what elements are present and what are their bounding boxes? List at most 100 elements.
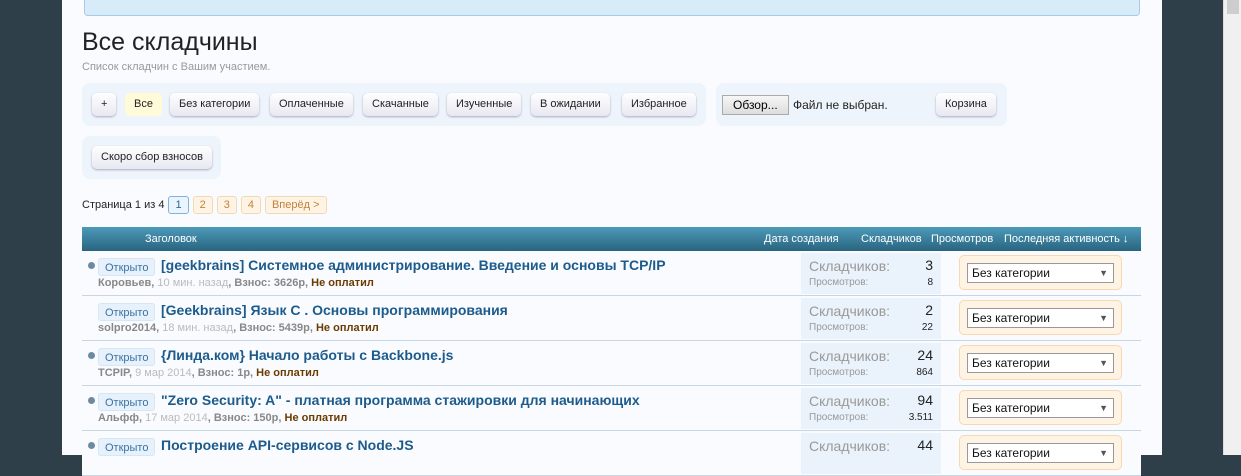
pagination: Страница 1 из 4 1 2 3 4 Вперёд > xyxy=(82,196,327,214)
scrollbar[interactable] xyxy=(1223,0,1241,455)
category-value: Без категории xyxy=(972,311,1050,325)
author-link[interactable]: Альфф xyxy=(98,412,139,424)
thread-stats: Складчиков: 2 Просмотров: 22 xyxy=(801,298,941,339)
thread-title-link[interactable]: [geekbrains] Системное администрирование… xyxy=(161,257,666,273)
col-members[interactable]: Складчиков xyxy=(861,233,922,245)
thread-stats: Складчиков: 3 Просмотров: 8 xyxy=(801,253,941,294)
views-label: Просмотров: xyxy=(809,322,869,333)
unread-dot-icon xyxy=(88,397,95,404)
unread-dot-icon xyxy=(88,262,95,269)
thread-stats: Складчиков: 24 Просмотров: 864 xyxy=(801,343,941,384)
views-label: Просмотров: xyxy=(809,412,869,423)
views-count: 864 xyxy=(916,367,933,378)
author-link[interactable]: solpro2014 xyxy=(98,322,156,334)
filter-favorites[interactable]: Избранное xyxy=(622,93,696,116)
chevron-down-icon: ▼ xyxy=(1099,403,1108,413)
category-select[interactable]: Без категории ▼ xyxy=(967,353,1114,373)
add-button[interactable]: + xyxy=(92,93,117,116)
members-label: Складчиков: xyxy=(809,258,891,274)
category-select[interactable]: Без категории ▼ xyxy=(967,398,1114,418)
page-1[interactable]: 1 xyxy=(168,196,189,214)
members-label: Складчиков: xyxy=(809,438,891,454)
views-count: 8 xyxy=(927,277,933,288)
category-value: Без категории xyxy=(972,266,1050,280)
page-2[interactable]: 2 xyxy=(192,196,213,214)
members-label: Складчиков: xyxy=(809,303,891,319)
col-last-activity[interactable]: Последняя активность ↓ xyxy=(1004,233,1128,245)
col-views[interactable]: Просмотров xyxy=(931,233,993,245)
thread-stats: Складчиков: 44 xyxy=(801,433,941,474)
payment-status: Не оплатил xyxy=(311,277,374,289)
thread-title-link[interactable]: Построение API-сервисов с Node.JS xyxy=(161,437,414,453)
filter-pending[interactable]: В ожидании xyxy=(531,93,610,116)
chevron-down-icon: ▼ xyxy=(1099,268,1108,278)
page-subtitle: Список складчин с Вашим участием. xyxy=(82,61,271,73)
views-label: Просмотров: xyxy=(809,367,869,378)
filter-paid[interactable]: Оплаченные xyxy=(270,93,353,116)
col-created[interactable]: Дата создания xyxy=(764,233,839,245)
notice-box xyxy=(84,0,1140,16)
category-wrap: Без категории ▼ xyxy=(959,255,1122,290)
members-count: 2 xyxy=(925,302,933,318)
chevron-down-icon: ▼ xyxy=(1099,313,1108,323)
page-4[interactable]: 4 xyxy=(240,196,261,214)
thread-meta: Альфф, 17 мар 2014, Взнос: 150р, Не опла… xyxy=(98,412,348,424)
table-header: Заголовок Дата создания Складчиков Просм… xyxy=(82,227,1141,251)
payment-status: Не оплатил xyxy=(284,412,348,424)
thread-title-link[interactable]: [Geekbrains] Язык С . Основы программиро… xyxy=(161,302,508,318)
chevron-down-icon: ▼ xyxy=(1099,358,1108,368)
category-value: Без категории xyxy=(972,446,1050,460)
table-row: Открыто [geekbrains] Системное администр… xyxy=(82,251,1141,296)
author-link[interactable]: Коровьев xyxy=(98,277,151,289)
views-count: 3.511 xyxy=(908,412,933,423)
status-prefix[interactable]: Открыто xyxy=(98,393,156,411)
thread-date: 10 мин. назад xyxy=(157,277,229,289)
category-value: Без категории xyxy=(972,356,1050,370)
unread-dot-icon xyxy=(88,442,95,449)
table-row: Открыто Построение API-сервисов с Node.J… xyxy=(82,431,1141,476)
next-page[interactable]: Вперёд > xyxy=(264,196,327,214)
thread-stats: Складчиков: 94 Просмотров: 3.511 xyxy=(801,388,941,429)
thread-date: 9 мар 2014 xyxy=(135,367,192,379)
status-prefix[interactable]: Открыто xyxy=(98,438,156,456)
browse-button[interactable]: Обзор... xyxy=(722,95,789,115)
page-3[interactable]: 3 xyxy=(216,196,237,214)
thread-date: 17 мар 2014 xyxy=(145,412,208,424)
fee: Взнос: 5439р xyxy=(239,322,310,334)
cart-button[interactable]: Корзина xyxy=(936,93,996,116)
fee: Взнос: 150р xyxy=(213,412,279,424)
members-label: Складчиков: xyxy=(809,393,891,409)
scrollbar-thumb[interactable] xyxy=(1227,0,1239,14)
members-count: 3 xyxy=(925,257,933,273)
col-title[interactable]: Заголовок xyxy=(145,233,197,245)
category-wrap: Без категории ▼ xyxy=(959,345,1122,380)
filter-studied[interactable]: Изученные xyxy=(447,93,522,116)
category-select[interactable]: Без категории ▼ xyxy=(967,443,1114,463)
table-row: Открыто {Линда.ком} Начало работы с Back… xyxy=(82,341,1141,386)
thread-title-link[interactable]: "Zero Security: A" - платная программа с… xyxy=(161,392,640,408)
views-label: Просмотров: xyxy=(809,277,869,288)
thread-date: 18 мин. назад xyxy=(162,322,234,334)
members-label: Складчиков: xyxy=(809,348,891,364)
author-link[interactable]: TCPIP xyxy=(98,367,129,379)
thread-title-link[interactable]: {Линда.ком} Начало работы с Backbone.js xyxy=(161,347,453,363)
main-page: Все складчины Список складчин с Вашим уч… xyxy=(62,0,1162,476)
page-title: Все складчины xyxy=(82,28,258,56)
filter-all[interactable]: Все xyxy=(125,93,162,116)
category-select[interactable]: Без категории ▼ xyxy=(967,263,1114,283)
thread-meta: Коровьев, 10 мин. назад, Взнос: 3626р, Н… xyxy=(98,277,374,289)
filter-collection-soon[interactable]: Скоро сбор взносов xyxy=(92,146,212,169)
filter-uncategorized[interactable]: Без категории xyxy=(170,93,260,116)
category-wrap: Без категории ▼ xyxy=(959,435,1122,470)
category-wrap: Без категории ▼ xyxy=(959,300,1122,335)
payment-status: Не оплатил xyxy=(315,322,379,334)
thread-meta: TCPIP, 9 мар 2014, Взнос: 1р, Не оплатил xyxy=(98,367,319,379)
members-count: 44 xyxy=(917,437,933,453)
filter-downloaded[interactable]: Скачанные xyxy=(363,93,438,116)
status-prefix[interactable]: Открыто xyxy=(98,258,156,276)
fee: Взнос: 3626р xyxy=(234,277,306,289)
status-prefix[interactable]: Открыто xyxy=(98,348,156,366)
status-prefix[interactable]: Открыто xyxy=(98,303,156,321)
category-select[interactable]: Без категории ▼ xyxy=(967,308,1114,328)
thread-meta: solpro2014, 18 мин. назад, Взнос: 5439р,… xyxy=(98,322,379,334)
